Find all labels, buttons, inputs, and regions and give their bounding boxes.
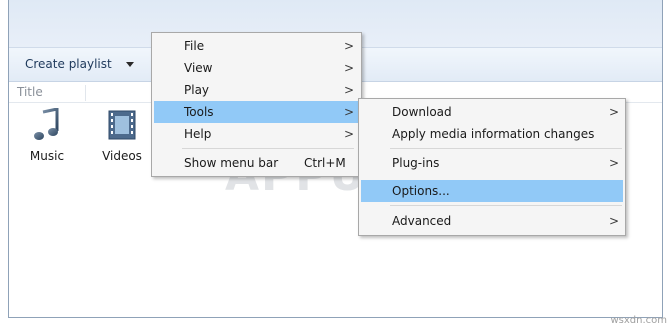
menu-item-shortcut: Ctrl+M [304,156,346,170]
menu-item-options[interactable]: Options... [361,180,623,202]
chevron-right-icon: > [609,214,620,228]
menu-item-label: File [184,39,205,53]
menu-item-tools[interactable]: Tools > [154,101,359,123]
library-item-music[interactable]: Music [17,107,77,163]
library-item-label: Music [29,149,65,163]
menu-item-label: Options... [392,184,450,198]
tools-submenu: Download > Apply media information chang… [358,98,626,236]
chevron-right-icon: > [344,83,355,97]
context-menu: File > View > Play > Tools > Help > Show… [151,32,362,177]
menu-separator [182,148,354,149]
create-playlist-button[interactable]: Create playlist [25,57,134,71]
chevron-right-icon: > [344,39,355,53]
menu-item-label: View [184,61,213,75]
menu-separator [390,205,622,206]
menu-item-show-menu-bar[interactable]: Show menu bar Ctrl+M [154,152,359,174]
menu-item-label: Plug-ins [392,156,440,170]
menu-item-label: Play [184,83,210,97]
chevron-right-icon: > [344,61,355,75]
chevron-right-icon: > [609,105,620,119]
menu-item-label: Apply media information changes [392,127,595,141]
credit-text: wsxdn.com [610,315,667,326]
chevron-right-icon: > [344,127,355,141]
column-header-title[interactable]: Title [17,85,43,99]
menu-item-label: Advanced [392,214,452,228]
menu-item-download[interactable]: Download > [361,101,623,123]
music-note-icon [34,107,59,140]
film-strip-icon [108,110,136,140]
library-item-label: Videos [102,149,142,163]
column-divider[interactable] [85,85,86,101]
menu-item-advanced[interactable]: Advanced > [361,210,623,232]
create-playlist-label: Create playlist [25,57,112,71]
menu-item-label: Help [184,127,212,141]
menu-separator [390,148,622,149]
library-item-videos[interactable]: Videos [92,108,152,163]
menu-item-play[interactable]: Play > [154,79,359,101]
menu-item-view[interactable]: View > [154,57,359,79]
chevron-down-icon[interactable] [125,62,134,67]
chevron-right-icon: > [344,105,355,119]
menu-item-label: Show menu bar [184,156,279,170]
menu-item-file[interactable]: File > [154,35,359,57]
menu-item-plug-ins[interactable]: Plug-ins > [361,152,623,174]
menu-item-label: Tools [184,105,214,119]
menu-item-apply-media-info[interactable]: Apply media information changes [361,123,623,145]
chevron-right-icon: > [609,156,620,170]
menu-item-label: Download [392,105,452,119]
menu-item-help[interactable]: Help > [154,123,359,145]
